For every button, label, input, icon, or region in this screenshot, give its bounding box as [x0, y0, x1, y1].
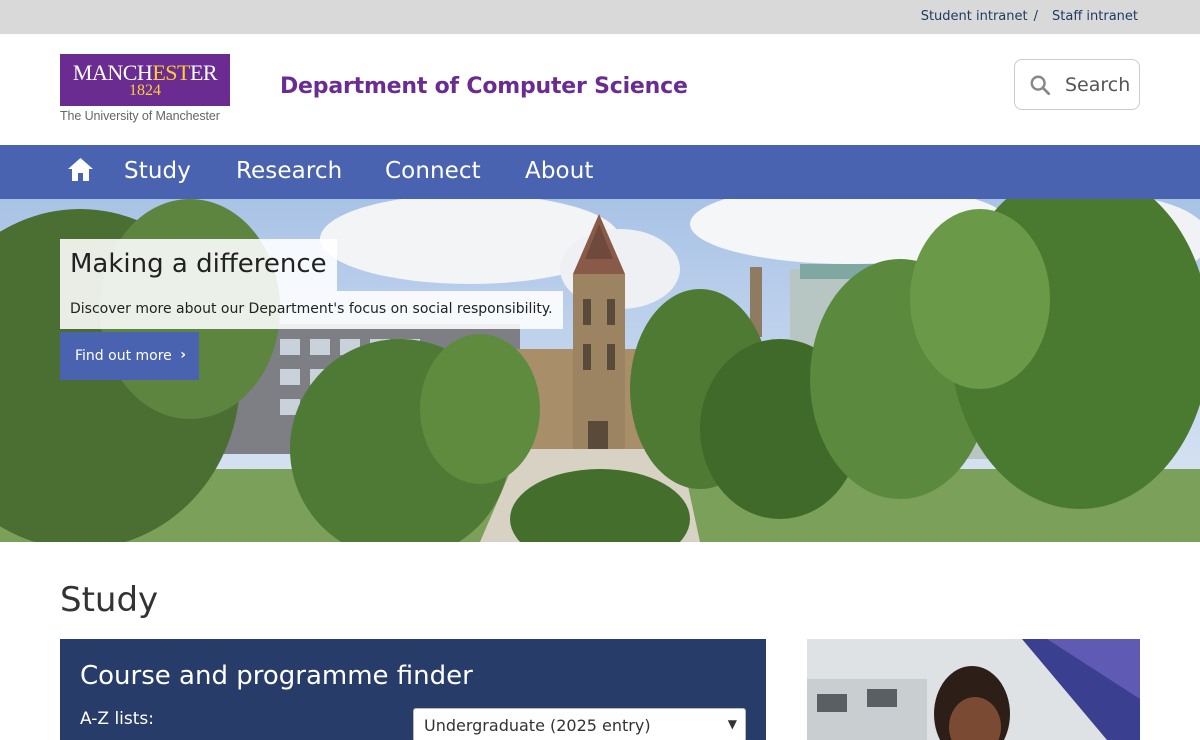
az-lists-selected: Undergraduate (2025 entry) [424, 716, 651, 735]
utility-links: Student intranet / Staff intranet [921, 9, 1138, 24]
course-finder-title: Course and programme finder [80, 661, 473, 691]
az-lists-label: A-Z lists: [80, 709, 154, 729]
nav-item-about[interactable]: About [525, 158, 594, 184]
search-icon [1030, 75, 1051, 95]
logo-mark: MANCHESTER 1824 [60, 54, 230, 106]
staff-intranet-link[interactable]: Staff intranet [1052, 9, 1138, 24]
nav-item-research[interactable]: Research [236, 158, 342, 184]
utility-separator: / [1033, 9, 1038, 24]
university-logo[interactable]: MANCHESTER 1824 The University of Manche… [60, 54, 230, 126]
nav-item-study[interactable]: Study [124, 158, 191, 184]
hero-banner: Making a difference Discover more about … [0, 199, 1200, 542]
student-intranet-link[interactable]: Student intranet [921, 9, 1028, 24]
main-nav: Study Research Connect About [0, 145, 1200, 199]
logo-year: 1824 [129, 82, 161, 99]
search-button[interactable]: Search [1014, 59, 1140, 110]
student-photo-graphic [807, 639, 1140, 740]
find-out-more-label: Find out more [75, 348, 172, 364]
nav-item-connect[interactable]: Connect [385, 158, 481, 184]
site-header: MANCHESTER 1824 The University of Manche… [0, 34, 1200, 145]
utility-bar: Student intranet / Staff intranet [0, 0, 1200, 34]
department-title[interactable]: Department of Computer Science [280, 74, 688, 99]
student-photo [807, 639, 1140, 740]
hero-title: Making a difference [60, 239, 337, 291]
home-icon[interactable] [67, 157, 94, 183]
chevron-right-icon: › [180, 347, 186, 363]
logo-subtitle: The University of Manchester [60, 109, 220, 123]
course-finder: Course and programme finder A-Z lists: U… [60, 639, 766, 740]
chevron-down-icon: ▼ [727, 717, 737, 731]
find-out-more-button[interactable]: Find out more › [60, 332, 199, 380]
study-heading: Study [60, 580, 159, 620]
hero-text: Discover more about our Department's foc… [60, 291, 563, 329]
search-label: Search [1065, 73, 1131, 96]
az-lists-select[interactable]: Undergraduate (2025 entry) ▼ [413, 708, 746, 740]
